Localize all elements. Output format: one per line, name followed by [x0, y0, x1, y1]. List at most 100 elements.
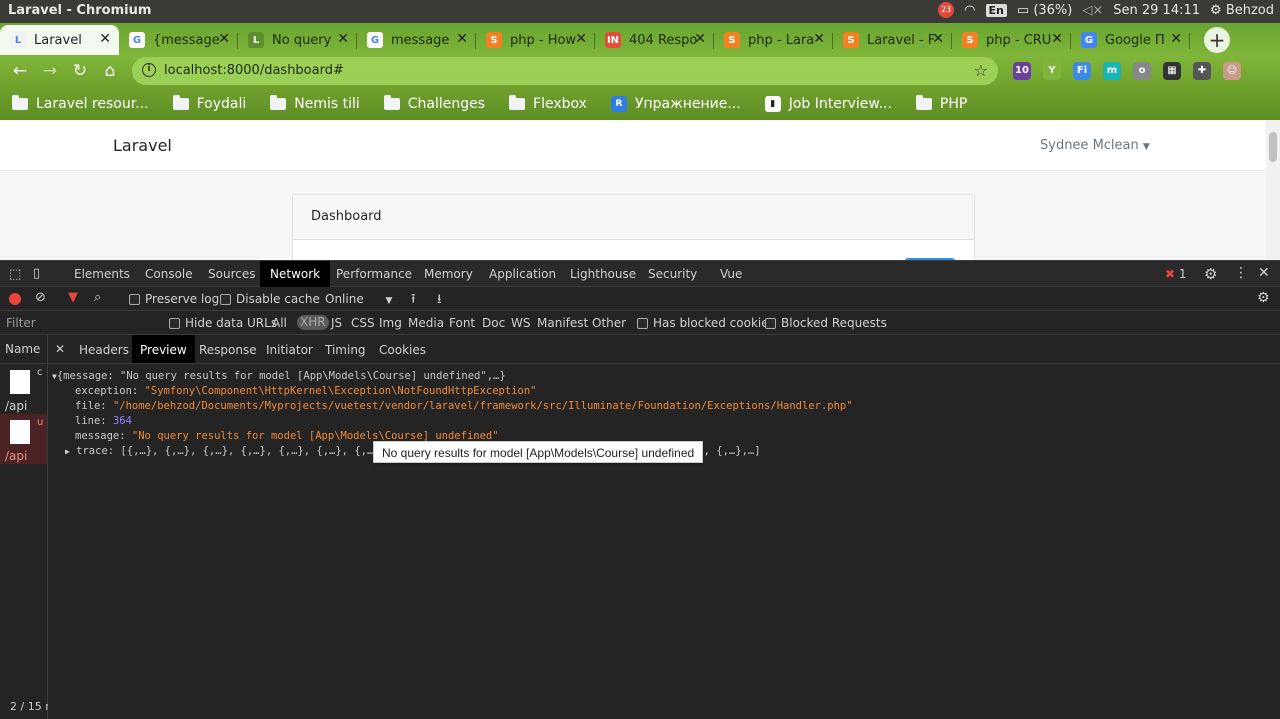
- filter-funnel-icon[interactable]: ▼: [68, 290, 78, 305]
- browser-tab[interactable]: L No query ✕: [238, 25, 357, 55]
- filter-input[interactable]: Filter: [6, 316, 36, 330]
- brand-link[interactable]: Laravel: [113, 136, 172, 155]
- more-options-icon[interactable]: ⋮: [1234, 265, 1248, 281]
- bookmark-item[interactable]: ▮ Job Interview...: [764, 96, 892, 112]
- record-icon[interactable]: [9, 293, 21, 305]
- detail-tab-cookies[interactable]: Cookies: [371, 335, 434, 363]
- name-column-header[interactable]: Name: [0, 335, 47, 364]
- clock[interactable]: Sen 29 14:11: [1113, 3, 1200, 18]
- devtools-tab-application[interactable]: Application: [479, 261, 566, 287]
- tab-close-icon[interactable]: ✕: [456, 31, 468, 47]
- forward-icon[interactable]: →: [40, 61, 60, 81]
- device-toolbar-icon[interactable]: ▯: [33, 266, 40, 281]
- tab-close-icon[interactable]: ✕: [575, 31, 587, 47]
- user-dropdown[interactable]: Sydnee Mclean ▼: [1040, 138, 1150, 153]
- battery-indicator[interactable]: ▭ (36%): [1017, 3, 1072, 18]
- new-tab-button[interactable]: +: [1204, 27, 1230, 53]
- tab-close-icon[interactable]: ✕: [218, 31, 230, 47]
- browser-tab[interactable]: IN 404 Respo ✕: [595, 25, 714, 55]
- detail-tab-initiator[interactable]: Initiator: [258, 335, 321, 363]
- devtools-tab-vue[interactable]: Vue: [710, 261, 752, 287]
- type-filter-css[interactable]: CSS: [351, 316, 375, 330]
- bookmark-item[interactable]: R Упражнение...: [610, 96, 741, 112]
- close-detail-icon[interactable]: ✕: [55, 342, 65, 356]
- detail-tab-response[interactable]: Response: [191, 335, 265, 363]
- json-row-trace[interactable]: ▶ trace: [{,…}, {,…}, {,…}, {,…}, {,…}, …: [65, 445, 373, 457]
- address-bar[interactable]: i localhost:8000/dashboard# ☆: [132, 57, 998, 85]
- type-filter-ws[interactable]: WS: [511, 316, 530, 330]
- hide-data-urls-checkbox[interactable]: Hide data URLs: [169, 316, 277, 330]
- site-info-icon[interactable]: i: [142, 63, 156, 77]
- tab-close-icon[interactable]: ✕: [694, 31, 706, 47]
- browser-tab[interactable]: G Google П ✕: [1071, 25, 1190, 55]
- circle-extension-icon[interactable]: o: [1133, 62, 1151, 80]
- type-filter-doc[interactable]: Doc: [482, 316, 505, 330]
- browser-tab[interactable]: Gmessage ✕: [357, 25, 476, 55]
- type-filter-img[interactable]: Img: [379, 316, 402, 330]
- type-filter-media[interactable]: Media: [408, 316, 444, 330]
- devtools-tab-elements[interactable]: Elements: [64, 261, 140, 287]
- devtools-tab-console[interactable]: Console: [135, 261, 203, 287]
- puzzle-icon[interactable]: ✚: [1193, 62, 1211, 80]
- error-counter[interactable]: ✖ 1: [1165, 267, 1187, 281]
- detail-tab-timing[interactable]: Timing: [317, 335, 374, 363]
- browser-tab[interactable]: Sphp - Lara ✕: [714, 25, 833, 55]
- settings-gear-icon[interactable]: ⚙: [1204, 265, 1217, 283]
- blocked-requests-checkbox[interactable]: Blocked Requests: [765, 316, 887, 330]
- type-filter-all[interactable]: All: [272, 316, 287, 330]
- devtools-tab-security[interactable]: Security: [638, 261, 707, 287]
- bookmark-item[interactable]: Laravel resour...: [12, 95, 149, 112]
- devtools-tab-sources[interactable]: Sources: [198, 261, 265, 287]
- close-devtools-icon[interactable]: ✕: [1258, 265, 1270, 281]
- devtools-tab-network[interactable]: Network: [260, 261, 331, 287]
- browser-tab[interactable]: L Laravel ✕: [0, 25, 119, 55]
- bookmark-item[interactable]: Flexbox: [509, 95, 587, 112]
- tab-close-icon[interactable]: ✕: [1170, 31, 1182, 47]
- type-filter-manifest[interactable]: Manifest: [537, 316, 588, 330]
- browser-tab[interactable]: G {message ✕: [119, 25, 238, 55]
- bookmark-item[interactable]: Challenges: [383, 95, 485, 112]
- profile-avatar-icon[interactable]: ☺: [1223, 62, 1241, 80]
- clear-icon[interactable]: ⊘: [35, 290, 46, 305]
- request-row[interactable]: c/api: [0, 364, 47, 414]
- tab-close-icon[interactable]: ✕: [813, 31, 825, 47]
- browser-tab[interactable]: Sphp - How ✕: [476, 25, 595, 55]
- bookmark-item[interactable]: Foydali: [172, 95, 246, 112]
- notification-badge-icon[interactable]: 23: [938, 2, 955, 18]
- reload-icon[interactable]: ↻: [70, 61, 90, 81]
- type-filter-js[interactable]: JS: [331, 316, 342, 330]
- page-scrollbar[interactable]: [1266, 120, 1280, 260]
- disable-cache-checkbox[interactable]: Disable cache: [220, 292, 320, 306]
- fi-extension-icon[interactable]: Fi: [1073, 62, 1091, 80]
- json-root-row[interactable]: ▼{message: "No query results for model […: [52, 370, 506, 382]
- blocked-cookies-checkbox[interactable]: Has blocked cookies: [637, 316, 775, 330]
- graduation-cap-icon[interactable]: 10: [1013, 62, 1031, 80]
- tab-close-icon[interactable]: ✕: [99, 31, 111, 47]
- bookmark-item[interactable]: PHP: [915, 95, 967, 112]
- inspect-element-icon[interactable]: ⬚: [9, 267, 21, 282]
- bookmark-star-icon[interactable]: ☆: [974, 61, 988, 80]
- devtools-tab-memory[interactable]: Memory: [414, 261, 483, 287]
- m-extension-icon[interactable]: m: [1103, 62, 1121, 80]
- network-settings-gear-icon[interactable]: ⚙: [1257, 290, 1270, 306]
- scrollbar-thumb[interactable]: [1269, 132, 1277, 162]
- request-row[interactable]: u/api: [0, 414, 47, 464]
- type-filter-other[interactable]: Other: [592, 316, 626, 330]
- y-extension-icon[interactable]: Y: [1043, 62, 1061, 80]
- devtools-tab-performance[interactable]: Performance: [326, 261, 422, 287]
- import-har-icon[interactable]: ⭱: [411, 290, 416, 312]
- detail-tab-headers[interactable]: Headers: [71, 335, 137, 363]
- wifi-icon[interactable]: ◠: [964, 3, 975, 18]
- tab-close-icon[interactable]: ✕: [337, 31, 349, 47]
- browser-tab[interactable]: S Laravel - F ✕: [833, 25, 952, 55]
- bookmark-item[interactable]: Nemis tili: [270, 95, 360, 112]
- tab-close-icon[interactable]: ✕: [932, 31, 944, 47]
- browser-tab[interactable]: Sphp - CRU ✕: [952, 25, 1071, 55]
- user-menu[interactable]: ⚙ Behzod: [1210, 3, 1274, 18]
- home-icon[interactable]: ⌂: [100, 61, 120, 81]
- detail-tab-preview[interactable]: Preview: [132, 335, 195, 363]
- type-filter-xhr[interactable]: XHR: [297, 315, 329, 330]
- search-icon[interactable]: ⌕: [94, 290, 101, 305]
- keyboard-layout[interactable]: En: [985, 3, 1007, 17]
- preserve-log-checkbox[interactable]: Preserve log: [129, 292, 219, 306]
